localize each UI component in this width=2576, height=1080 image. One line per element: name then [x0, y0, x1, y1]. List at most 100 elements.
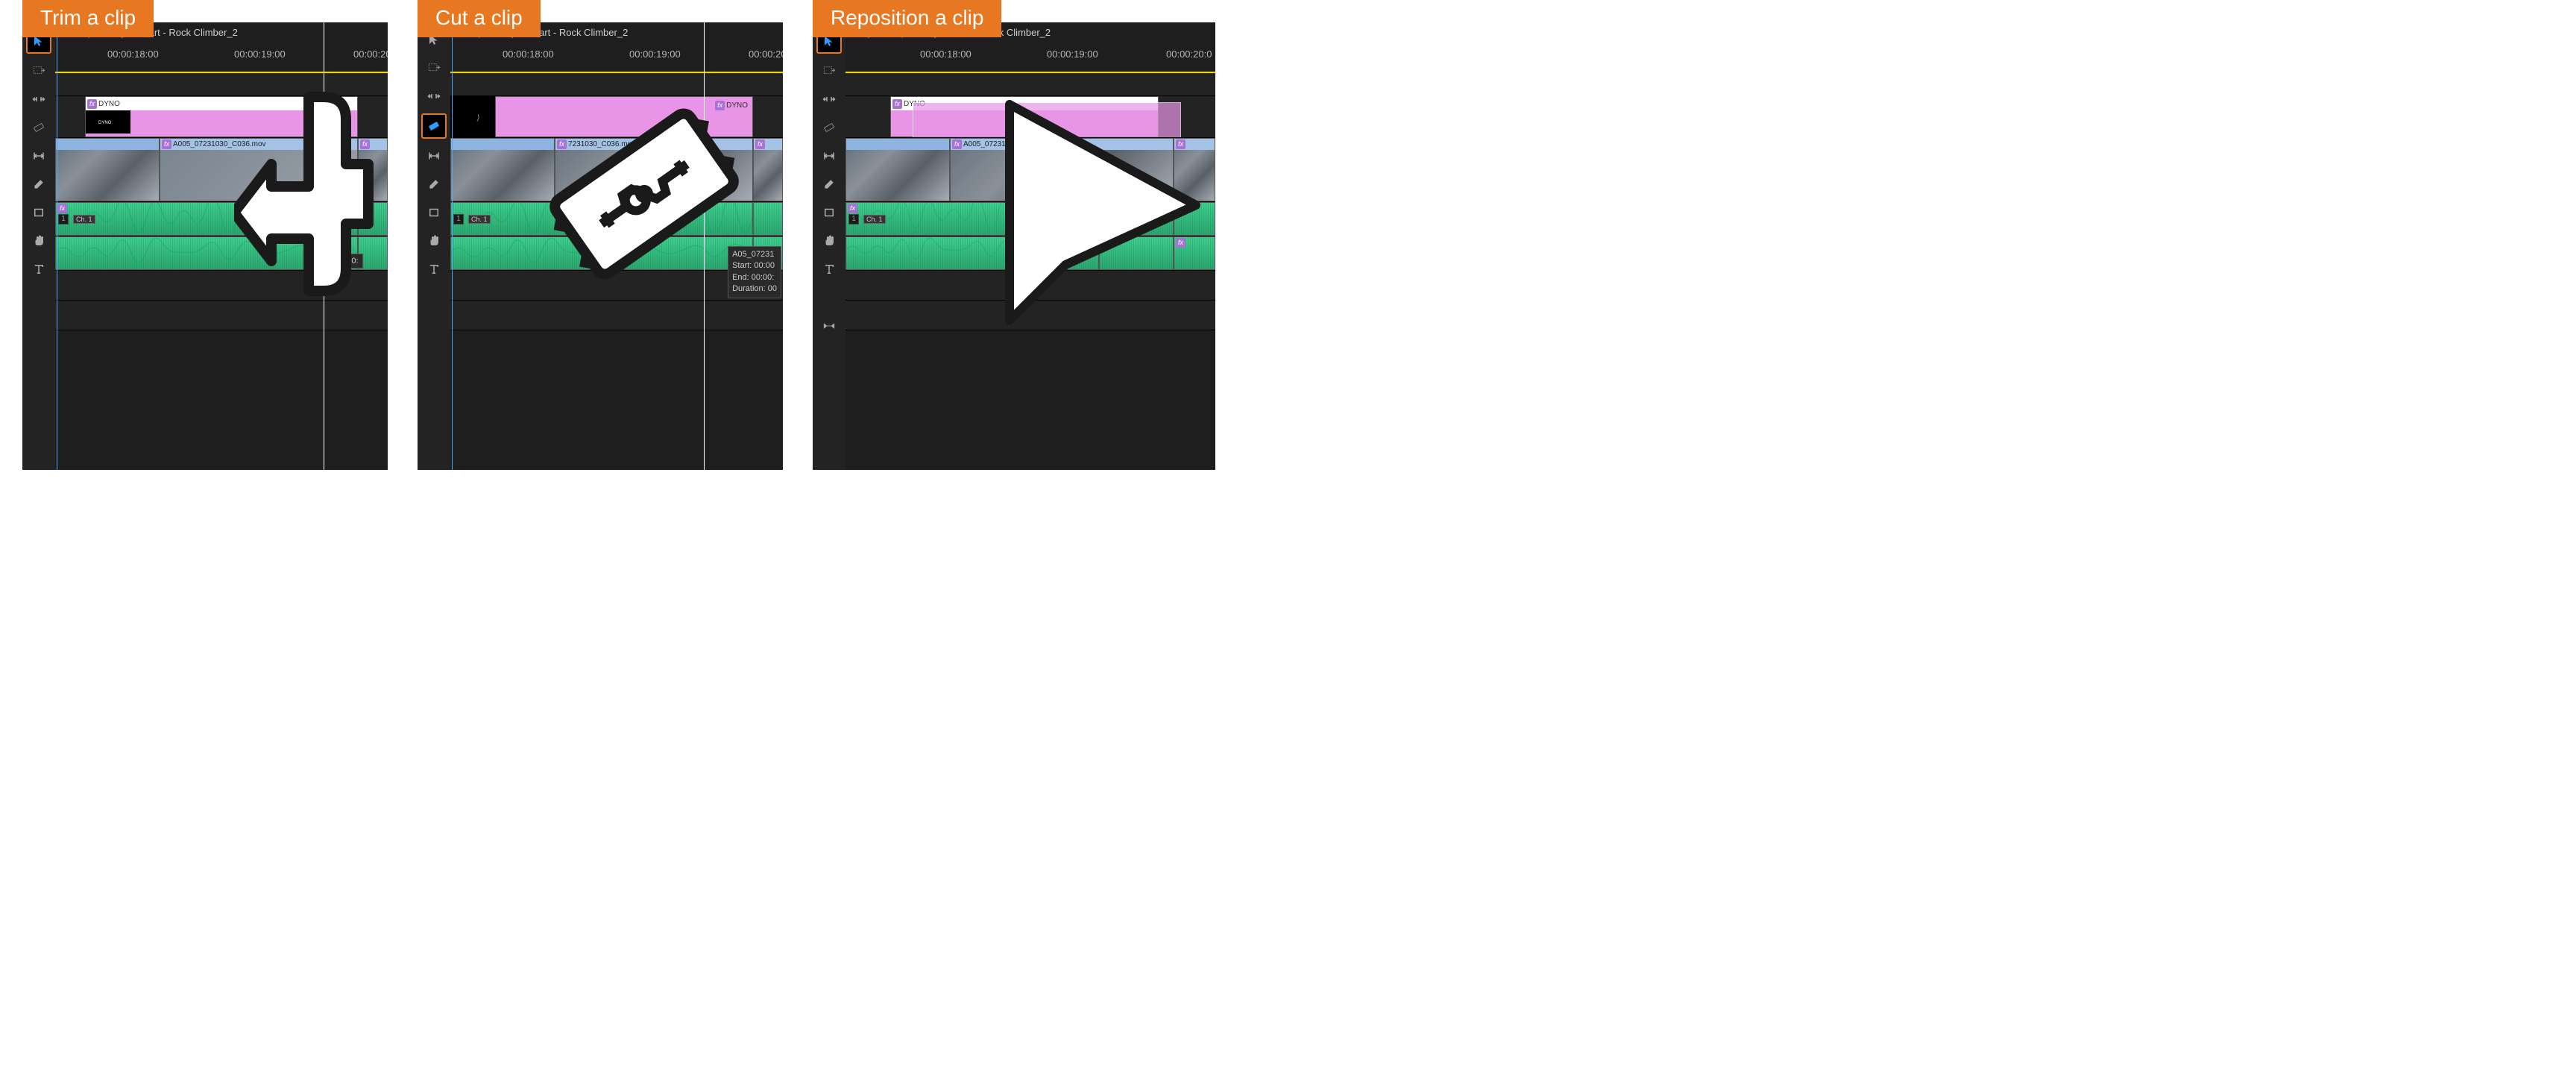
video-clip[interactable]	[845, 138, 950, 201]
offset-tooltip: 00:00:00:03	[1092, 172, 1144, 186]
audio-clip[interactable]	[450, 202, 753, 236]
playhead[interactable]	[452, 22, 453, 470]
time-ruler[interactable]: 00:00:18:00 00:00:19:00 00:00:20	[55, 43, 388, 74]
clip-thumbnail	[1174, 150, 1215, 201]
scrub-indicator	[704, 22, 705, 470]
audio-clip[interactable]: fx	[358, 202, 388, 236]
video-clip[interactable]: fx	[753, 138, 783, 201]
timecode-tooltip: 00:00:	[331, 254, 363, 269]
fx-badge-icon: fx	[1176, 204, 1185, 213]
clip-thumbnail	[754, 150, 782, 201]
hand-tool[interactable]	[423, 230, 445, 252]
fx-badge-icon: fx	[715, 101, 725, 110]
audio-clip[interactable]	[450, 236, 753, 270]
ripple-edit-tool[interactable]	[818, 88, 840, 110]
hand-tool[interactable]	[28, 230, 50, 252]
toolbar	[813, 22, 845, 470]
fx-badge-icon: fx	[1176, 238, 1185, 248]
audio-clip[interactable]	[753, 202, 783, 236]
clip-thumbnail	[160, 150, 357, 201]
clip-thumbnail	[56, 150, 159, 201]
slip-tool[interactable]	[28, 145, 50, 167]
type-tool[interactable]	[818, 258, 840, 280]
toolbar	[418, 22, 450, 470]
track-number: 1	[453, 214, 464, 225]
fx-badge-icon: fx	[755, 139, 765, 149]
pen-tool[interactable]	[423, 173, 445, 195]
rectangle-tool[interactable]	[423, 201, 445, 224]
fx-badge-icon: fx	[360, 204, 370, 213]
fx-badge-icon: fx	[1101, 204, 1111, 213]
audio-track-1[interactable]: 1 Ch. 1 fx fx	[55, 202, 388, 236]
video-clip[interactable]: fx 7231030_C036.mov	[555, 138, 753, 201]
slip-tool[interactable]	[818, 145, 840, 167]
video-clip[interactable]: fx	[1174, 138, 1215, 201]
rectangle-tool[interactable]	[818, 201, 840, 224]
pen-tool[interactable]	[818, 173, 840, 195]
waveform-icon	[56, 203, 357, 233]
video-clip[interactable]: fx A005_07231030_C036.mov	[950, 138, 1174, 201]
waveform-icon	[846, 237, 1098, 263]
video-track-3[interactable]: fx DYNO	[450, 96, 783, 138]
razor-tool[interactable]	[818, 116, 840, 139]
audio-track-2[interactable]: fx fx	[845, 236, 1215, 271]
audio-track-1[interactable]: 1 Ch. 1	[450, 202, 783, 236]
clip-thumbnail	[451, 150, 554, 201]
ripple-delete-tool[interactable]	[818, 315, 840, 337]
razor-tool[interactable]	[421, 113, 447, 139]
tooltip-duration: Duration: 00	[732, 283, 777, 295]
ruler-tick: 00:00:20:0	[1166, 48, 1212, 60]
audio-clip[interactable]: fx	[1174, 202, 1215, 236]
audio-clip[interactable]: fx	[55, 202, 358, 236]
rectangle-tool[interactable]	[28, 201, 50, 224]
work-area-bar[interactable]	[450, 72, 783, 73]
hand-tool[interactable]	[818, 230, 840, 252]
video-clip[interactable]	[55, 138, 160, 201]
video-track-1[interactable]: fx 7231030_C036.mov fx	[450, 138, 783, 202]
editor-panel-trim: ct: Captions Quickstart - Rock Climber_2…	[22, 22, 388, 470]
ruler-tick: 00:00:19:00	[629, 48, 681, 60]
clip-thumbnail	[359, 150, 387, 201]
audio-clip[interactable]	[845, 236, 1099, 270]
work-area-bar[interactable]	[55, 72, 388, 73]
time-ruler[interactable]: 00:00:18:00 00:00:19:00 00:00:20	[450, 43, 783, 74]
ruler-tick: 00:00:18:00	[920, 48, 971, 60]
video-track-3[interactable]: fx DYNO DYNO	[55, 96, 388, 138]
video-clip[interactable]: fx	[358, 138, 388, 201]
audio-clip[interactable]: fx	[1099, 202, 1174, 236]
tracks-container: fx DYNO fx A005_07231030_C036.mov	[845, 74, 1215, 330]
channel-label: Ch. 1	[468, 215, 491, 224]
video-track-3[interactable]: fx DYNO	[845, 96, 1215, 138]
audio-clip[interactable]	[55, 236, 358, 270]
audio-clip[interactable]: fx	[1174, 236, 1215, 270]
audio-track-1[interactable]: 1 Ch. 1 fx fx fx	[845, 202, 1215, 236]
ripple-edit-tool[interactable]	[28, 88, 50, 110]
pen-tool[interactable]	[28, 173, 50, 195]
video-track-1[interactable]: fx A005_07231030_C036.mov fx	[55, 138, 388, 202]
track-select-tool[interactable]	[423, 57, 445, 79]
video-clip[interactable]: fx A005_07231030_C036.mov	[160, 138, 358, 201]
ruler-tick: 00:00:19:00	[1047, 48, 1098, 60]
video-clip[interactable]	[450, 138, 555, 201]
video-track-1[interactable]: fx A005_07231030_C036.mov fx	[845, 138, 1215, 202]
track-select-tool[interactable]	[818, 60, 840, 82]
clip-info-tooltip: A05_07231 Start: 00:00 End: 00:00: Durat…	[728, 246, 781, 298]
ruler-tick: 00:00:20	[353, 48, 388, 60]
razor-tool[interactable]	[28, 116, 50, 139]
type-tool[interactable]	[28, 258, 50, 280]
fx-badge-icon: fx	[360, 139, 370, 149]
caption-clip[interactable]: fx DYNO	[495, 96, 753, 137]
track-select-tool[interactable]	[28, 60, 50, 82]
caption-clip-ghost[interactable]	[913, 102, 1181, 138]
work-area-bar[interactable]	[845, 72, 1215, 73]
track-number: 1	[58, 214, 69, 225]
time-ruler[interactable]: 00:00:18:00 00:00:19:00 00:00:20:0	[845, 43, 1215, 74]
slip-tool[interactable]	[423, 145, 445, 167]
caption-clip[interactable]: fx DYNO DYNO	[85, 96, 358, 137]
audio-clip[interactable]: fx	[1099, 236, 1174, 270]
fx-badge-icon: fx	[952, 139, 962, 149]
ripple-edit-tool[interactable]	[423, 85, 445, 107]
toolbar	[22, 22, 55, 470]
type-tool[interactable]	[423, 258, 445, 280]
tooltip-start: Start: 00:00	[732, 260, 777, 271]
